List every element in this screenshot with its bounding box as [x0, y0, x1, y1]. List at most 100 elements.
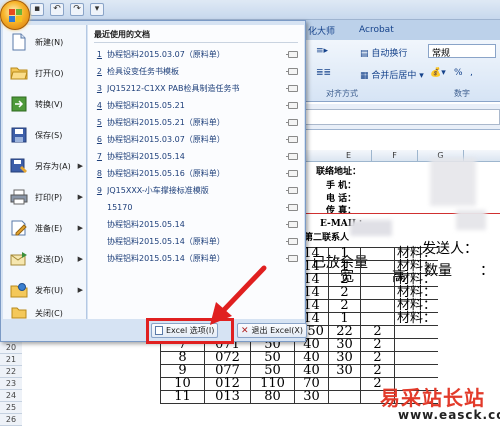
recent-document-item[interactable]: 6 协程铝料2015.03.07（原料单） [88, 132, 304, 146]
row-header[interactable]: 24 [0, 390, 22, 402]
menu-item-new[interactable]: 新建(N) [3, 27, 87, 57]
comma-button[interactable]: , [470, 68, 473, 78]
merge-center-button[interactable]: ▦ 合并后居中 ▾ [360, 68, 424, 81]
row-header[interactable]: 26 [0, 414, 22, 426]
recent-document-item[interactable]: 协程铝料2015.05.14 [88, 217, 304, 231]
blurred-region [430, 158, 476, 206]
recent-document-item[interactable]: 9 JQ15XXX-小车撑接标准模版 [88, 183, 304, 197]
recent-document-item[interactable]: 2 检具设变任务书模板 [88, 64, 304, 78]
info-fax: 传 真： [326, 206, 357, 216]
menu-item-save[interactable]: 保存(S) [3, 120, 87, 150]
wrap-text-button[interactable]: ▤ 自动换行 [360, 46, 407, 59]
save-disk-icon [9, 125, 29, 145]
recent-document-item[interactable]: 8 协程铝料2015.05.16（原料单） [88, 166, 304, 180]
submenu-arrow-icon: ▶ [77, 286, 83, 294]
table-cell[interactable] [360, 247, 395, 261]
align-icon[interactable]: ≣≣ [316, 68, 331, 78]
info-mobile: 手 机： [326, 181, 357, 191]
table-cell[interactable] [360, 299, 395, 313]
menu-item-label: 发布(U) [35, 285, 64, 295]
table-cell[interactable]: 013 [204, 390, 251, 404]
recent-document-item[interactable]: 15170 [88, 200, 304, 214]
table-cell[interactable]: 30 [294, 390, 329, 404]
watermark: 易采站长站 www.easck.com [358, 382, 500, 428]
menu-item-save-as[interactable]: 另存为(A) ▶ [3, 151, 87, 181]
menu-item-send[interactable]: 发送(D) ▶ [3, 244, 87, 274]
recent-document-item[interactable]: 1 协程铝料2015.03.07（原料单） [88, 47, 304, 61]
table-row: 8 072 50 40 30 2 [160, 351, 439, 365]
table-cell[interactable] [360, 286, 395, 300]
menu-item-print[interactable]: 打印(P) ▶ [3, 182, 87, 212]
recent-document-number: 7 [96, 151, 102, 161]
pin-icon[interactable] [286, 50, 298, 58]
indent-icon[interactable]: ≡▸ [316, 46, 328, 56]
pin-icon[interactable] [286, 84, 298, 92]
menu-item-close[interactable]: 关闭(C) [3, 306, 87, 320]
save-as-icon [9, 156, 29, 176]
pin-icon[interactable] [286, 220, 298, 228]
save-icon[interactable]: ▪ [30, 3, 44, 16]
recent-document-item[interactable]: 5 协程铝料2015.05.21（原料单） [88, 115, 304, 129]
customize-qat-icon[interactable]: ▾ [90, 3, 104, 16]
title-bar: ▪ ↶ ↷ ▾ [0, 0, 500, 20]
recent-document-item[interactable]: 7 协程铝料2015.05.14 [88, 149, 304, 163]
table-cell[interactable] [360, 273, 395, 287]
recent-documents-panel: 最近使用的文档 1 协程铝料2015.03.07（原料单） 2 检具设变任务书模板 3 J… [88, 25, 304, 319]
table-cell[interactable] [360, 260, 395, 274]
row-header[interactable]: 21 [0, 354, 22, 366]
undo-icon[interactable]: ↶ [50, 3, 64, 16]
row-header[interactable]: 23 [0, 378, 22, 390]
menu-item-open[interactable]: 打开(O) [3, 58, 87, 88]
table-cell[interactable]: 30 [328, 364, 361, 378]
menu-item-convert[interactable]: 转换(V) [3, 89, 87, 119]
table-cell[interactable]: 80 [250, 390, 295, 404]
pin-icon[interactable] [286, 169, 298, 177]
menu-item-publish[interactable]: 发布(U) ▶ [3, 275, 87, 305]
material-label [394, 325, 439, 339]
column-header-f[interactable]: F [372, 150, 418, 162]
table-cell[interactable] [328, 377, 361, 391]
table-cell[interactable]: 11 [160, 390, 205, 404]
ribbon-tabs: 化大师 Acrobat [296, 20, 500, 40]
recent-document-name: 检具设变任务书模板 [107, 66, 179, 76]
recent-document-name: JQ15XXX-小车撑接标准模版 [107, 185, 209, 195]
percent-button[interactable]: % [454, 68, 463, 78]
blurred-region [456, 210, 486, 230]
pin-icon[interactable] [286, 254, 298, 262]
redo-icon[interactable]: ↷ [70, 3, 84, 16]
pin-icon[interactable] [286, 186, 298, 194]
currency-icon[interactable]: 💰▾ [430, 68, 446, 78]
recent-document-number: 1 [96, 49, 102, 59]
pin-icon[interactable] [286, 237, 298, 245]
pin-icon[interactable] [286, 118, 298, 126]
exit-excel-label: 退出 Excel(X) [251, 326, 304, 335]
submenu-arrow-icon: ▶ [77, 162, 83, 170]
row-header[interactable]: 25 [0, 402, 22, 414]
recent-document-item[interactable]: 4 协程铝料2015.05.21 [88, 98, 304, 112]
pin-icon[interactable] [286, 203, 298, 211]
exit-excel-button[interactable]: ✕ 退出 Excel(X) [237, 323, 308, 338]
pin-icon[interactable] [286, 152, 298, 160]
pin-icon[interactable] [286, 135, 298, 143]
row-header[interactable]: 22 [0, 366, 22, 378]
recent-document-number: 3 [96, 83, 102, 93]
column-header-e[interactable]: E [326, 150, 372, 162]
recent-document-item[interactable]: 协程铝料2015.05.14（原料单） [88, 251, 304, 265]
recent-document-number: 8 [96, 168, 102, 178]
formula-input[interactable] [300, 109, 500, 125]
number-format-select[interactable]: 常规 [428, 44, 496, 59]
pin-icon[interactable] [286, 67, 298, 75]
row-header[interactable]: 20 [0, 342, 22, 354]
recent-document-item[interactable]: 3 JQ15212-C1XX PAB检具制造任务书 [88, 81, 304, 95]
recent-document-item[interactable]: 协程铝料2015.05.14（原料单） [88, 234, 304, 248]
office-button[interactable] [0, 0, 30, 30]
recent-documents-title: 最近使用的文档 [94, 30, 150, 39]
pin-icon[interactable] [286, 101, 298, 109]
recent-document-name: 协程铝料2015.05.21（原料单） [107, 117, 225, 127]
menu-item-prepare[interactable]: 准备(E) ▶ [3, 213, 87, 243]
merge-center-label: 合并后居中 [371, 71, 417, 81]
menu-item-label: 保存(S) [35, 130, 63, 140]
table-cell[interactable] [328, 390, 361, 404]
tab-acrobat[interactable]: Acrobat [347, 25, 406, 35]
watermark-url: www.easck.com [398, 408, 500, 422]
